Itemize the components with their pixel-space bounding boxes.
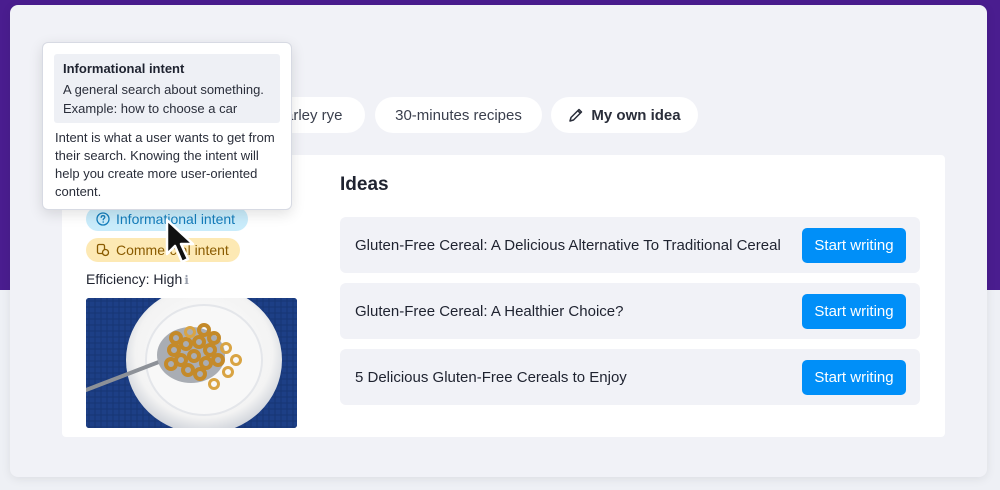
topic-chip[interactable]: 30-minutes recipes [375, 97, 542, 133]
start-writing-button[interactable]: Start writing [802, 359, 906, 395]
ideas-heading: Ideas [340, 174, 389, 195]
coins-icon [96, 243, 110, 257]
my-own-idea-chip[interactable]: My own idea [551, 97, 698, 133]
idea-title: Gluten-Free Cereal: A Healthier Choice? [355, 302, 624, 320]
pencil-icon [569, 108, 583, 122]
tooltip-title: Informational intent [63, 61, 185, 76]
idea-title: Gluten-Free Cereal: A Delicious Alternat… [355, 236, 781, 254]
idea-row: Gluten-Free Cereal: A Healthier Choice? … [340, 283, 920, 339]
my-own-idea-label: My own idea [591, 106, 681, 124]
mouse-cursor-icon [165, 218, 195, 264]
tooltip-example: Example: how to choose a car [63, 101, 238, 116]
start-writing-button[interactable]: Start writing [802, 227, 906, 263]
start-writing-button[interactable]: Start writing [802, 293, 906, 329]
question-circle-icon [96, 212, 110, 226]
commercial-intent-badge[interactable]: Commercial intent [86, 238, 240, 262]
intent-tooltip: Informational intent A general search ab… [42, 42, 292, 210]
idea-row: 5 Delicious Gluten-Free Cereals to Enjoy… [340, 349, 920, 405]
cereal-bowl-image [86, 298, 297, 428]
tooltip-example-box: Informational intent A general search ab… [54, 54, 280, 123]
topic-chip-label: arley rye [285, 106, 343, 124]
tooltip-definition: A general search about something. [63, 82, 264, 97]
idea-title: 5 Delicious Gluten-Free Cereals to Enjoy [355, 368, 627, 386]
efficiency-label: Efficiency: High [86, 271, 183, 287]
info-icon[interactable]: ℹ [184, 273, 189, 287]
tooltip-description: Intent is what a user wants to get from … [55, 130, 275, 199]
efficiency-indicator: Efficiency: High ℹ [86, 271, 189, 287]
idea-row: Gluten-Free Cereal: A Delicious Alternat… [340, 217, 920, 273]
topic-chip-label: 30-minutes recipes [395, 106, 522, 124]
